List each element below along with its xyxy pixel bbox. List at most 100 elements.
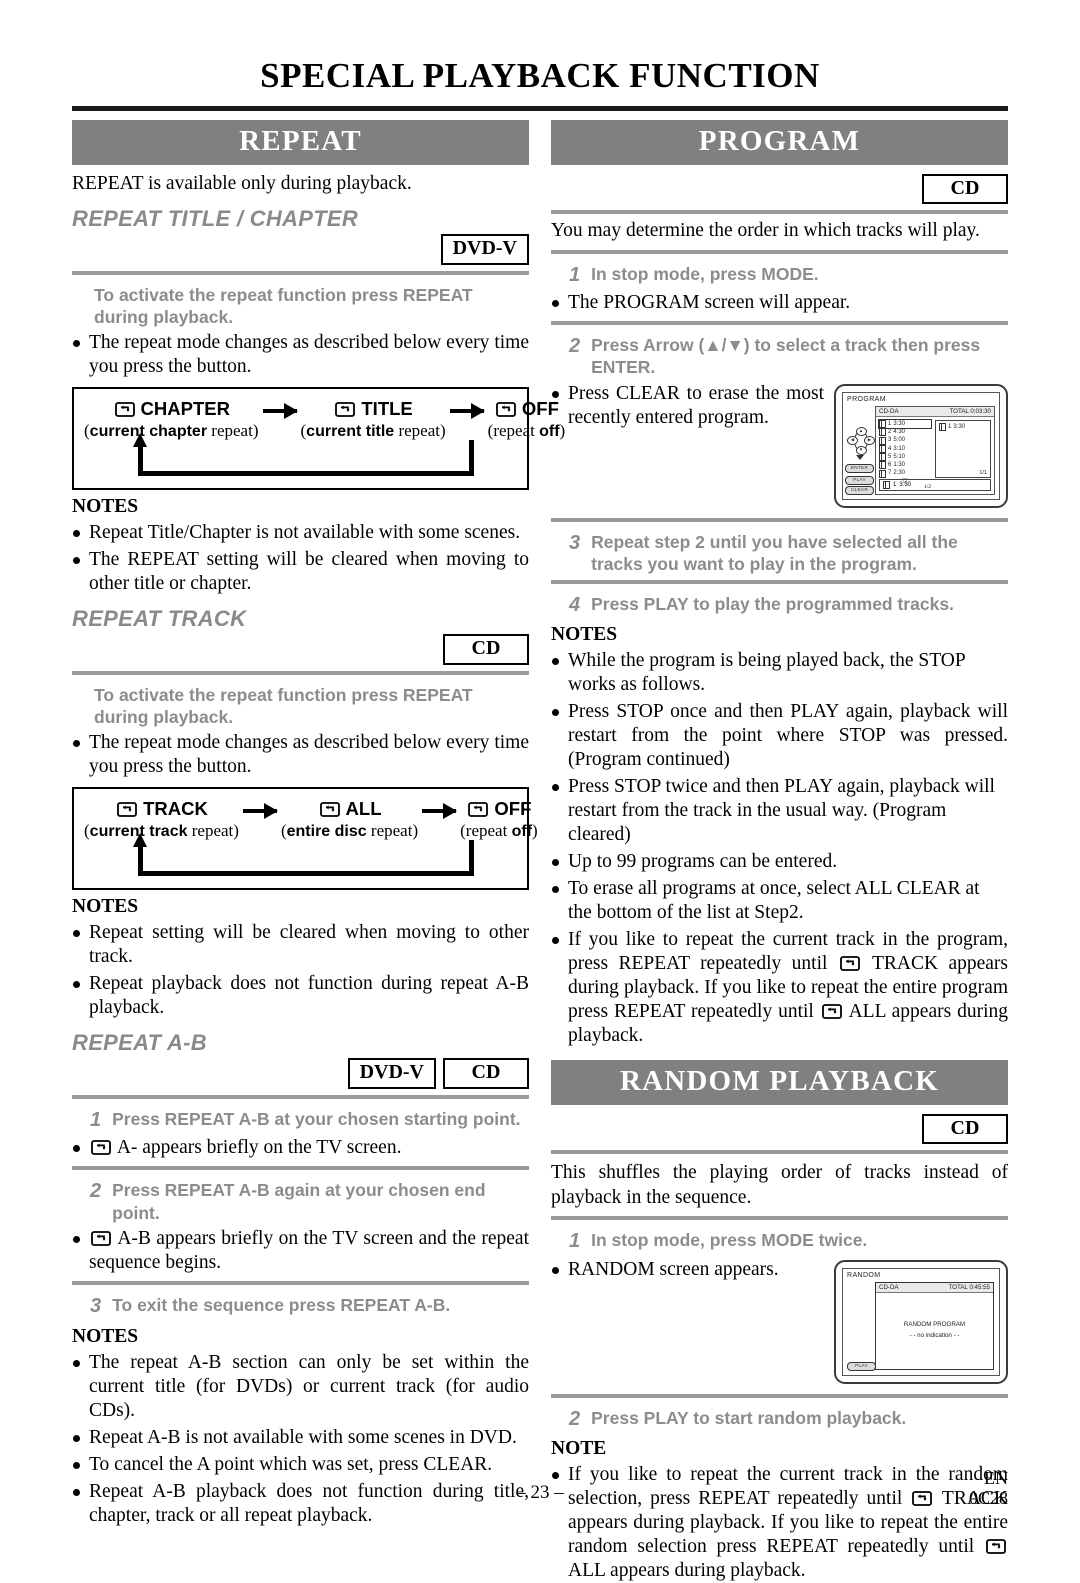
track-number: 3 — [888, 437, 892, 444]
flow-sub-rest: repeat — [370, 821, 413, 841]
flow-item-chapter: CHAPTER (current chapter repeat) — [84, 398, 259, 441]
divider — [551, 1393, 1008, 1398]
step-text: Press Arrow (▲/▼) to select a track then… — [591, 335, 981, 378]
repeat-loop-icon — [468, 801, 489, 817]
title-divider — [72, 105, 1008, 111]
step-random-1: 1 In stop mode, press MODE twice. — [551, 1229, 1008, 1255]
track-icon — [879, 436, 886, 445]
flow-sub-chapter: (current chapter repeat) — [84, 421, 259, 441]
repeat-loop-icon — [821, 1004, 842, 1019]
badge-row-track: CD — [72, 634, 529, 665]
disc-badge-cd: CD — [922, 173, 1008, 205]
step-text: To exit the sequence press REPEAT A-B. — [112, 1295, 451, 1316]
flow-label-track: TRACK — [143, 798, 208, 820]
repeat-loop-icon — [117, 801, 137, 817]
bullet-program-screen: The PROGRAM screen will appear. — [551, 291, 1008, 315]
flow-diagram-title-chapter: CHAPTER (current chapter repeat) TITLE (… — [72, 387, 565, 491]
bullet-program-clear: Press CLEAR to erase the most recently e… — [551, 382, 1008, 430]
divider — [551, 1216, 1008, 1221]
note-item: Press STOP once and then PLAY again, pla… — [551, 700, 1008, 772]
flow-sub-bold: entire disc — [286, 823, 367, 841]
badge-row-ab: DVD-V CD — [72, 1058, 529, 1089]
note-item: While the program is being played back, … — [551, 649, 1008, 697]
track-icon — [879, 453, 886, 462]
disc-badge-dvd-v: DVD-V — [440, 234, 529, 265]
step-ab-2: 2 Press REPEAT A-B again at your chosen … — [72, 1179, 529, 1224]
repeat-loop-icon — [91, 1231, 111, 1246]
note-item-repeat-program: If you like to repeat the current track … — [551, 928, 1008, 1048]
osd-inner-frame: RANDOM PLAY CD-DA TOTAL 0:45:55 RANDOM P… — [842, 1267, 1000, 1376]
notes-heading-ab: NOTES — [72, 1325, 139, 1347]
divider — [72, 1281, 529, 1286]
right-column: PROGRAM CD You may determine the order i… — [551, 119, 1008, 1583]
note-item: Press STOP twice and then PLAY again, pl… — [551, 775, 1008, 847]
osd-total-time: TOTAL 0:45:55 — [948, 1283, 990, 1291]
flow-sub-rest: repeat — [398, 421, 440, 441]
repeat-loop-icon — [319, 801, 340, 817]
flow-item-off: OFF (repeat off) — [460, 798, 538, 841]
repeat-loop-icon — [335, 401, 356, 417]
track-time: 5:00 — [893, 437, 906, 444]
flow-label-all: ALL — [345, 798, 382, 820]
divider — [551, 517, 1008, 522]
osd-track-row: 6 1:30 — [879, 461, 931, 470]
step-number: 2 — [569, 1407, 581, 1430]
divider — [551, 321, 1008, 326]
step-text: Press REPEAT A-B again at your chosen en… — [112, 1180, 486, 1223]
disc-badge-dvd-v: DVD-V — [347, 1058, 436, 1089]
flow-arrow-1 — [242, 803, 278, 820]
disc-badge-cd: CD — [443, 634, 529, 665]
step-number: 1 — [90, 1108, 102, 1131]
step-number: 1 — [569, 1230, 581, 1253]
step-text: Repeat step 2 until you have selected al… — [591, 531, 958, 575]
step-number: 3 — [569, 531, 581, 554]
flow-sub-all: (entire disc repeat) — [280, 821, 419, 841]
instruction-repeat-track: To activate the repeat function press RE… — [94, 684, 473, 727]
notes-heading-title-chapter: NOTES — [72, 496, 139, 518]
repeat-loop-icon — [839, 956, 860, 971]
bullet-repeat-mode-changes-1: The repeat mode changes as described bel… — [72, 331, 529, 379]
note-item: Repeat setting will be cleared when movi… — [72, 921, 529, 969]
step-text: Press PLAY to start random playback. — [591, 1407, 907, 1428]
caret-down-icon — [856, 454, 864, 460]
program-intro: You may determine the order in which tra… — [551, 220, 980, 242]
divider — [551, 579, 1008, 584]
footer-codes: EN 0C28 — [969, 1468, 1008, 1508]
flow-label-chapter: CHAPTER — [140, 398, 230, 420]
flow-label-off: OFF — [494, 798, 532, 820]
flow-diagram-track: TRACK (current track repeat) ALL (entire… — [72, 787, 538, 891]
note-item: Repeat A-B is not available with some sc… — [72, 1426, 529, 1450]
step-ab-3: 3 To exit the sequence press REPEAT A-B. — [72, 1294, 529, 1320]
bullet-ab-a-appears: A- appears briefly on the TV screen. — [72, 1136, 529, 1160]
language-code: EN — [984, 1467, 1008, 1488]
note-item: Up to 99 programs can be entered. — [551, 850, 1008, 874]
flow-item-track: TRACK (current track repeat) — [84, 798, 239, 841]
flow-arrow-2 — [449, 403, 485, 420]
step-number: 1 — [569, 263, 581, 286]
bullet-random-screen: RANDOM screen appears. — [551, 1258, 1008, 1282]
flow-item-title: TITLE (current title repeat) — [301, 398, 446, 441]
instruction-repeat-title-chapter: To activate the repeat function press RE… — [94, 284, 473, 327]
osd-main-panel: CD-DA TOTAL 0:45:55 RANDOM PROGRAM - - n… — [875, 1281, 994, 1370]
flow-sub-rest: repeat — [191, 821, 234, 841]
osd-button-play: PLAY — [847, 1361, 876, 1371]
dpad-illustration: ▲ ▼ ◀ ▶ — [847, 426, 875, 455]
step-text: Press REPEAT A-B at your chosen starting… — [112, 1108, 521, 1129]
bullet-ab-ab-appears: A-B appears briefly on the TV screen and… — [72, 1227, 529, 1275]
badge-row-title-chapter: DVD-V — [72, 234, 529, 265]
track-icon — [879, 461, 886, 470]
step-program-1: 1 In stop mode, press MODE. — [551, 263, 1008, 289]
flow-sub-rest: repeat — [211, 421, 253, 441]
osd-track-row: 4 3:10 — [879, 444, 931, 453]
note-item: To erase all programs at once, select AL… — [551, 877, 1008, 925]
osd-random-indication: - - no indication - - — [909, 1331, 960, 1339]
notes-heading-track: NOTES — [72, 896, 139, 918]
flow-label-title: TITLE — [361, 398, 413, 420]
bullet-text: A- appears briefly on the TV screen. — [116, 1137, 402, 1159]
divider — [551, 1150, 1008, 1155]
flow-sub-off: (repeat off) — [460, 821, 538, 841]
program-osd-block: PROGRAM ▲ ▼ ◀ ▶ ENTER PLAY CLEAR CD-DA T… — [551, 382, 1008, 512]
note-item: Repeat playback does not function during… — [72, 972, 529, 1020]
step-random-2: 2 Press PLAY to start random playback. — [551, 1407, 1008, 1433]
divider — [72, 1166, 529, 1171]
